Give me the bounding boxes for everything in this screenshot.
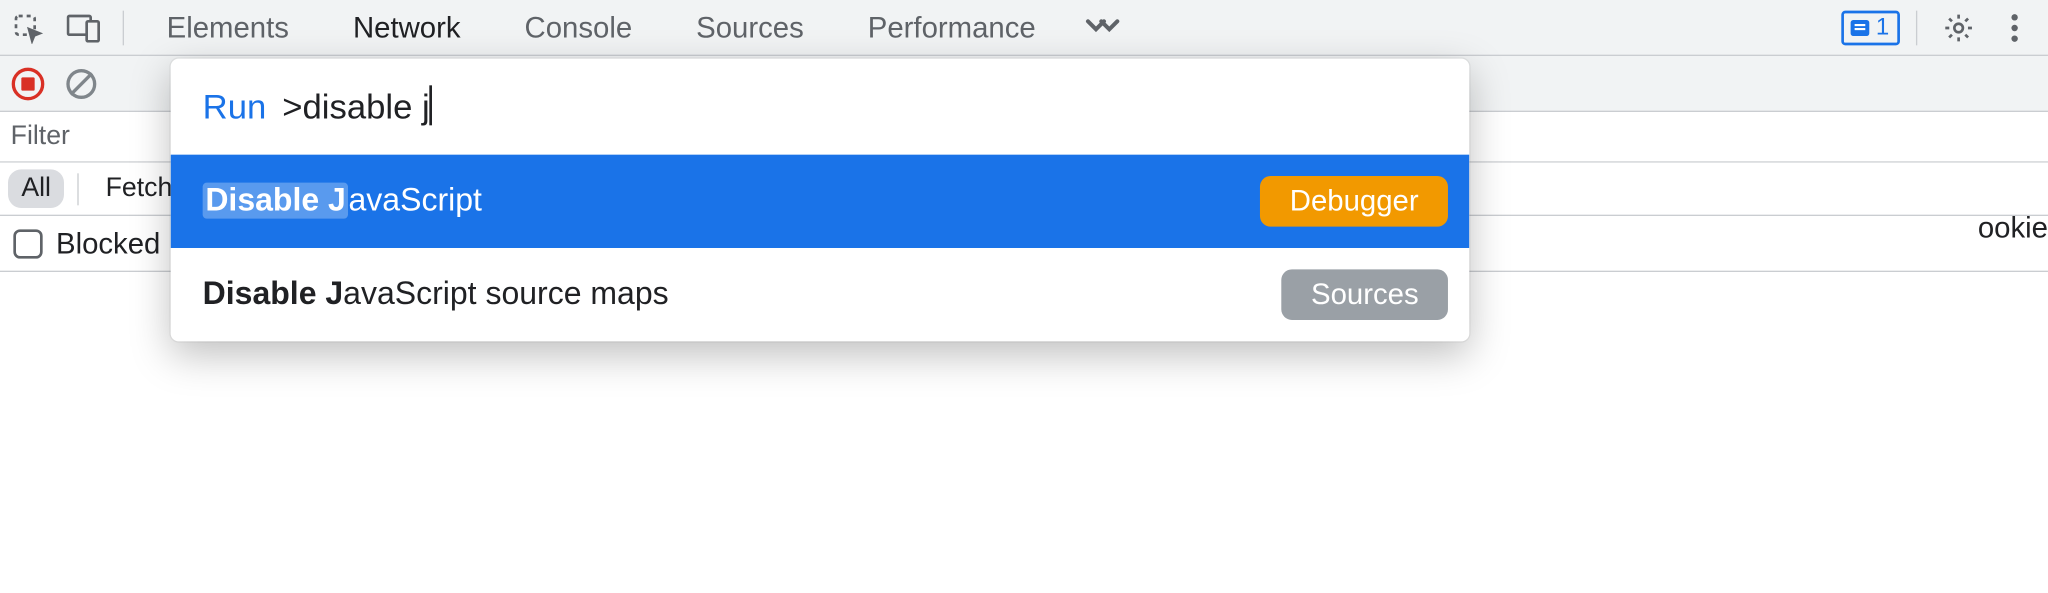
command-palette-item[interactable]: Disable JavaScript Debugger	[171, 155, 1470, 248]
command-palette: Run >disable j Disable JavaScript Debugg…	[171, 59, 1470, 342]
tab-label: Console	[525, 10, 633, 45]
divider	[1916, 10, 1917, 45]
tabs-overflow-icon[interactable]	[1068, 0, 1137, 55]
clipped-edge-text: ookie	[1978, 211, 2048, 246]
issues-badge[interactable]: 1	[1841, 10, 1900, 45]
tab-label: Network	[353, 10, 461, 45]
command-label: Disable JavaScript	[203, 183, 482, 220]
inspect-element-icon[interactable]	[0, 0, 56, 55]
tab-performance[interactable]: Performance	[836, 0, 1068, 55]
tab-console[interactable]: Console	[493, 0, 665, 55]
chip-label: All	[21, 173, 51, 202]
chip-label: Fetch	[106, 173, 173, 202]
tab-label: Sources	[696, 10, 804, 45]
clear-log-icon[interactable]	[64, 66, 99, 101]
device-toolbar-icon[interactable]	[56, 0, 112, 55]
kebab-menu-icon[interactable]	[1989, 0, 2040, 55]
panel-badge: Debugger	[1260, 176, 1448, 227]
issues-icon	[1849, 17, 1870, 38]
record-button-icon[interactable]	[11, 66, 46, 101]
filter-placeholder: Filter	[11, 121, 70, 152]
command-palette-query: >disable j	[282, 85, 432, 128]
command-palette-input[interactable]: Run >disable j	[171, 59, 1470, 155]
tab-network[interactable]: Network	[321, 0, 493, 55]
chip-all[interactable]: All	[8, 169, 64, 208]
divider	[123, 10, 124, 45]
devtools-tab-strip: Elements Network Console Sources Perform…	[0, 0, 2048, 56]
issues-count: 1	[1876, 13, 1889, 41]
blocked-label: Blocked	[56, 226, 160, 261]
text-caret-icon	[430, 85, 433, 125]
command-palette-run-label: Run	[203, 86, 267, 127]
divider	[78, 173, 79, 205]
command-palette-results: Disable JavaScript Debugger Disable Java…	[171, 155, 1470, 342]
panel-badge: Sources	[1282, 269, 1448, 320]
tab-label: Elements	[167, 10, 289, 45]
tab-elements[interactable]: Elements	[135, 0, 321, 55]
tab-label: Performance	[868, 10, 1036, 45]
command-palette-item[interactable]: Disable JavaScript source maps Sources	[171, 248, 1470, 341]
blocked-cookies-checkbox[interactable]	[13, 229, 42, 258]
tab-sources[interactable]: Sources	[664, 0, 836, 55]
settings-gear-icon[interactable]	[1933, 0, 1984, 55]
command-label: Disable JavaScript source maps	[203, 276, 669, 313]
